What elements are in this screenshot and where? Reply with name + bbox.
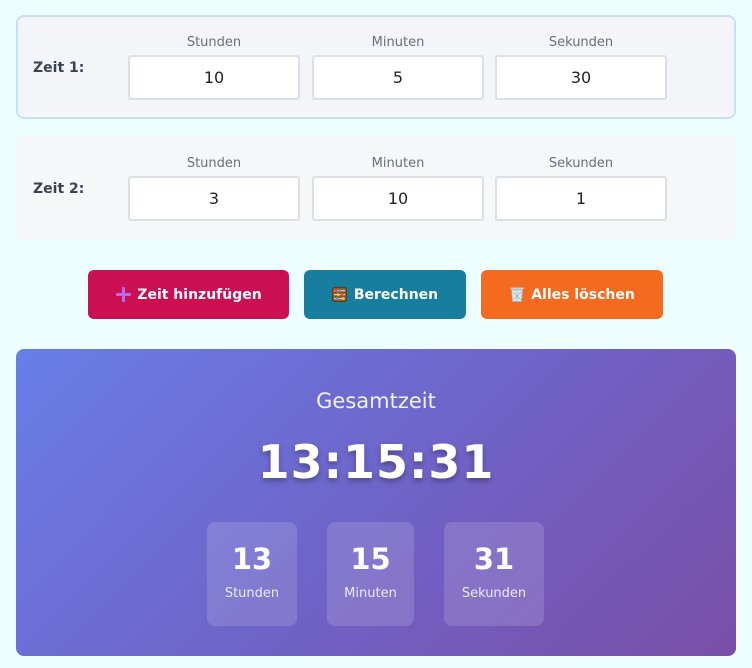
- minutes-field: Minuten: [312, 35, 484, 100]
- hours-input[interactable]: [128, 55, 300, 100]
- clear-all-button[interactable]: Alles löschen: [481, 270, 663, 319]
- seconds-label: Sekunden: [548, 35, 614, 50]
- minutes-value: 15: [350, 542, 391, 576]
- hours-value: 13: [231, 542, 273, 576]
- add-time-button[interactable]: Zeit hinzufügen: [88, 270, 289, 319]
- time-row-label: Zeit 2:: [33, 181, 85, 197]
- hours-unit-label: Stunden: [224, 586, 280, 601]
- wastebasket-icon: [509, 287, 525, 303]
- minutes-field: Minuten: [312, 156, 484, 221]
- hours-field: Stunden: [128, 35, 300, 100]
- seconds-unit-label: Sekunden: [461, 586, 527, 601]
- time-row-2: Zeit 2: Stunden Minuten Sekunden: [16, 136, 736, 240]
- seconds-label: Sekunden: [548, 156, 614, 171]
- calculate-label: Berechnen: [353, 286, 439, 303]
- total-time: 13:15:31: [257, 435, 495, 489]
- clear-all-label: Alles löschen: [531, 286, 635, 303]
- time-row-label: Zeit 1:: [33, 60, 85, 76]
- minutes-card: 15 Minuten: [327, 522, 414, 626]
- hours-label: Stunden: [186, 35, 242, 50]
- hours-label: Stunden: [186, 156, 242, 171]
- plus-icon: [115, 287, 131, 303]
- seconds-card: 31 Sekunden: [444, 522, 544, 626]
- abacus-icon: [332, 287, 348, 303]
- result-panel: Gesamtzeit 13:15:31 13 Stunden 15 Minute…: [16, 349, 736, 656]
- minutes-label: Minuten: [371, 156, 425, 171]
- minutes-label: Minuten: [371, 35, 425, 50]
- seconds-field: Sekunden: [495, 35, 667, 100]
- hours-field: Stunden: [128, 156, 300, 221]
- calculate-button[interactable]: Berechnen: [304, 270, 466, 319]
- hours-card: 13 Stunden: [207, 522, 297, 626]
- time-row-1: Zeit 1: Stunden Minuten Sekunden: [16, 15, 736, 119]
- minutes-input[interactable]: [312, 55, 484, 100]
- minutes-unit-label: Minuten: [344, 586, 397, 601]
- seconds-value: 31: [473, 542, 515, 576]
- seconds-field: Sekunden: [495, 156, 667, 221]
- seconds-input[interactable]: [495, 55, 667, 100]
- minutes-input[interactable]: [312, 176, 484, 221]
- hours-input[interactable]: [128, 176, 300, 221]
- add-time-label: Zeit hinzufügen: [137, 286, 262, 303]
- result-title: Gesamtzeit: [316, 389, 436, 413]
- seconds-input[interactable]: [495, 176, 667, 221]
